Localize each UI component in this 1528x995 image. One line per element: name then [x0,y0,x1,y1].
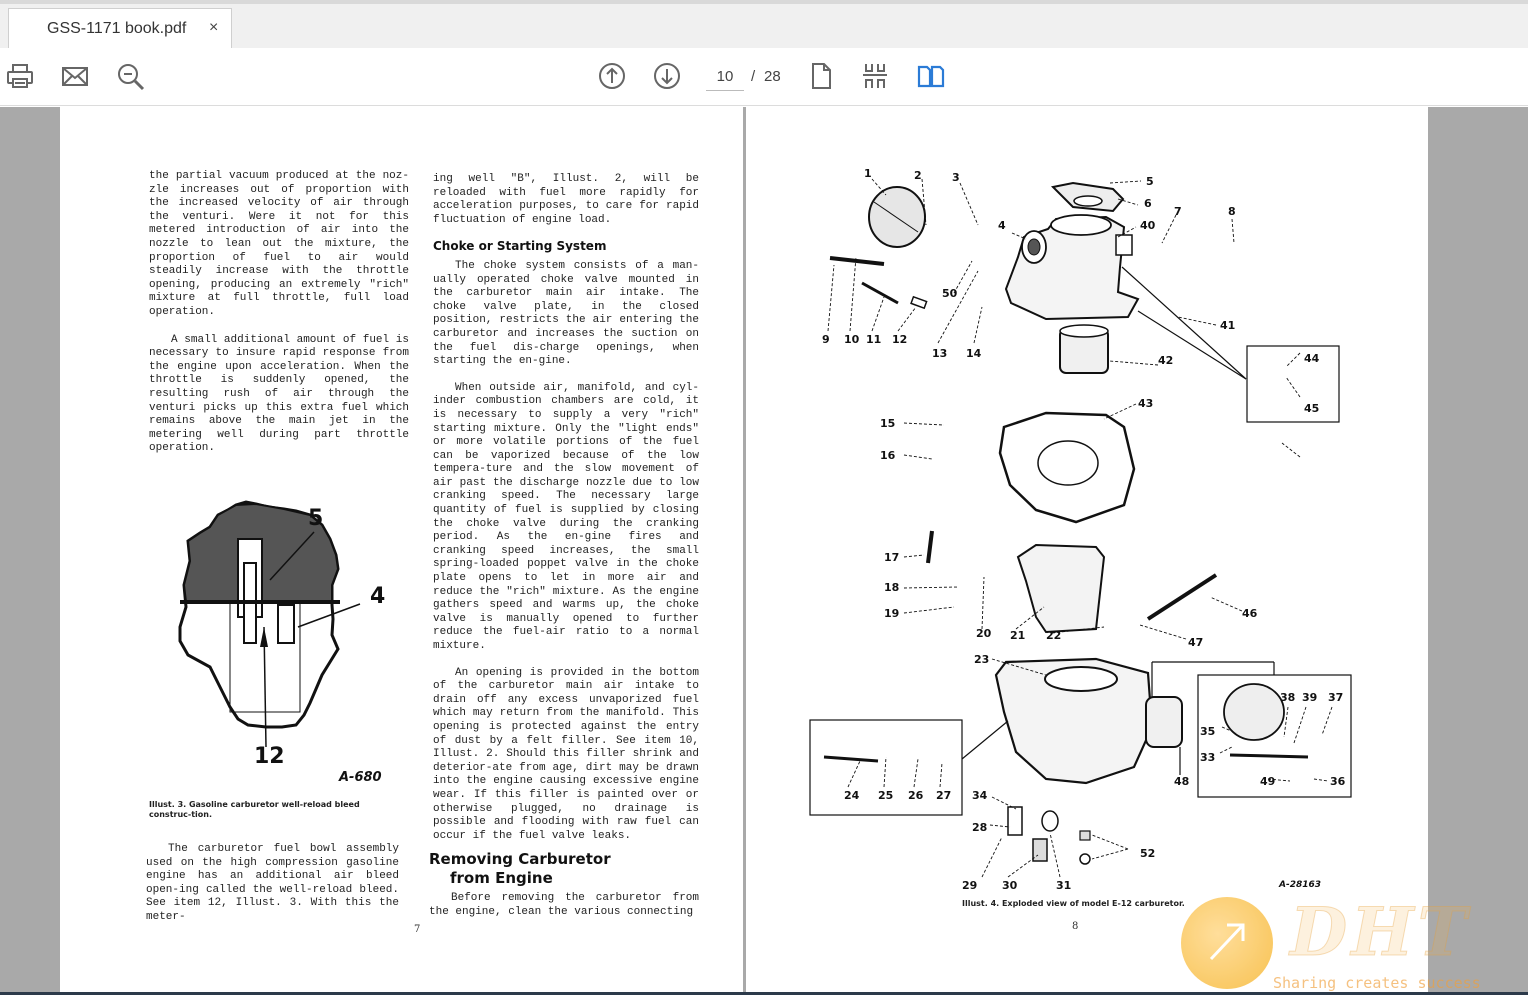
part-number-7: 7 [1174,205,1182,218]
thumbnails-icon[interactable] [859,60,891,92]
part-number-6: 6 [1144,197,1152,210]
part-number-14: 14 [966,347,982,360]
part-number-3: 3 [952,171,960,184]
part-number-13: 13 [932,347,947,360]
watermark-tagline: Sharing creates success [1273,974,1481,992]
document-viewer[interactable]: the partial vacuum produced at the noz-z… [0,107,1528,995]
part-number-39: 39 [1302,691,1317,704]
illustration-4-exploded-view: 1 2 34567 89 10 11 1213 14151617181920 21 222324 2… [809,167,1352,892]
part-number-29: 29 [962,879,977,892]
part-number-5: 5 [1146,175,1154,188]
part-number-16: 16 [880,449,896,462]
part-number-8: 8 [1228,205,1236,218]
figure-label: 12 [254,744,285,769]
part-number-12: 12 [892,333,907,346]
part-number-52: 52 [1140,847,1155,860]
part-number-15: 15 [880,417,895,430]
toolbar: 10 / 28 [0,48,1528,106]
page-number-input[interactable]: 10 [706,63,744,91]
single-page-icon[interactable] [805,60,837,92]
part-number-18: 18 [884,581,899,594]
page-down-icon[interactable] [651,60,683,92]
heading-line: from Engine [450,869,553,887]
print-icon[interactable] [4,60,36,92]
document-tab[interactable]: GSS-1171 book.pdf × [8,8,232,52]
part-number-43: 43 [1138,397,1153,410]
email-icon[interactable] [59,60,91,92]
part-number-9: 9 [822,333,830,346]
part-number-34: 34 [972,789,988,802]
left-column-bottom: The carburetor fuel bowl assembly used o… [146,843,399,938]
part-number-47: 47 [1188,636,1203,649]
part-number-17: 17 [884,551,899,564]
part-number-22: 22 [1046,629,1061,642]
part-number-35: 35 [1200,725,1215,738]
right-column-bottom: Removing Carburetor from Engine Before re… [429,842,699,932]
figure-code: A-680 [339,770,382,785]
paragraph: An opening is provided in the bottom of … [433,666,699,842]
part-number-49: 49 [1260,775,1275,788]
tab-strip: GSS-1171 book.pdf × [0,0,1528,52]
part-number-45: 45 [1304,402,1319,415]
close-icon[interactable]: × [209,19,218,37]
page-up-icon[interactable] [596,60,628,92]
part-number-42: 42 [1158,354,1173,367]
part-number-41: 41 [1220,319,1235,332]
zoom-icon[interactable] [114,60,146,92]
part-number-10: 10 [844,333,860,346]
part-number-37: 37 [1328,691,1343,704]
part-number-25: 25 [878,789,893,802]
pdf-page-7: the partial vacuum produced at the noz-z… [60,107,743,992]
right-column: ing well "B", Illust. 2, will be reloade… [433,173,699,856]
part-number-30: 30 [1002,879,1018,892]
part-number-28: 28 [972,821,987,834]
section-heading-choke: Choke or Starting System [433,239,607,254]
watermark-logo: DHT [1290,893,1471,972]
part-number-33: 33 [1200,751,1215,764]
part-number-24: 24 [844,789,860,802]
pdf-page-8: 1 2 3 4 5 6 7 8 9 10 11 12 13 14 15 16 17 18 19 20 21 22 23 24 2… [746,107,1428,992]
tab-title: GSS-1171 book.pdf [47,20,187,37]
paragraph: Before removing the carburetor from the … [429,892,699,918]
part-number-4: 4 [998,219,1006,232]
section-heading-removing: Removing Carburetor from Engine [429,850,699,888]
page-total: 28 [764,68,781,85]
page-number: 7 [414,924,421,935]
figure-label: 4 [370,584,385,609]
part-number-26: 26 [908,789,924,802]
heading-line: Removing Carburetor [429,850,611,868]
page-separator: / [751,68,756,85]
part-number-11: 11 [866,333,881,346]
figure-caption: Illust. 3. Gasoline carburetor well-relo… [149,800,360,819]
part-number-27: 27 [936,789,951,802]
pdf-viewer-window: GSS-1171 book.pdf × 10 / 28 the partial … [0,0,1528,995]
part-number-31: 31 [1056,879,1071,892]
part-number-1: 1 [864,167,872,180]
part-number-50: 50 [942,287,958,300]
part-number-2: 2 [914,169,922,182]
paragraph: The carburetor fuel bowl assembly used o… [146,843,399,923]
part-number-38: 38 [1280,691,1295,704]
paragraph: The choke system consists of a man-ually… [433,259,699,368]
part-number-36: 36 [1330,775,1346,788]
part-number-23: 23 [974,653,989,666]
part-number-40: 40 [1140,219,1156,232]
paragraph: When outside air, manifold, and cyl-inde… [433,381,699,652]
part-number-21: 21 [1010,629,1025,642]
two-page-icon[interactable] [915,60,947,92]
part-number-46: 46 [1242,607,1258,620]
figure-label: 5 [308,506,323,531]
part-number-48: 48 [1174,775,1189,788]
arrow-icon [1209,923,1245,961]
part-number-19: 19 [884,607,899,620]
paragraph: ing well "B", Illust. 2, will be reloade… [433,173,699,226]
figure-code: A-28163 [1279,880,1322,890]
watermark-logo-badge [1181,897,1273,989]
page-number: 8 [1072,921,1079,932]
part-number-20: 20 [976,627,992,640]
part-number-44: 44 [1304,352,1320,365]
